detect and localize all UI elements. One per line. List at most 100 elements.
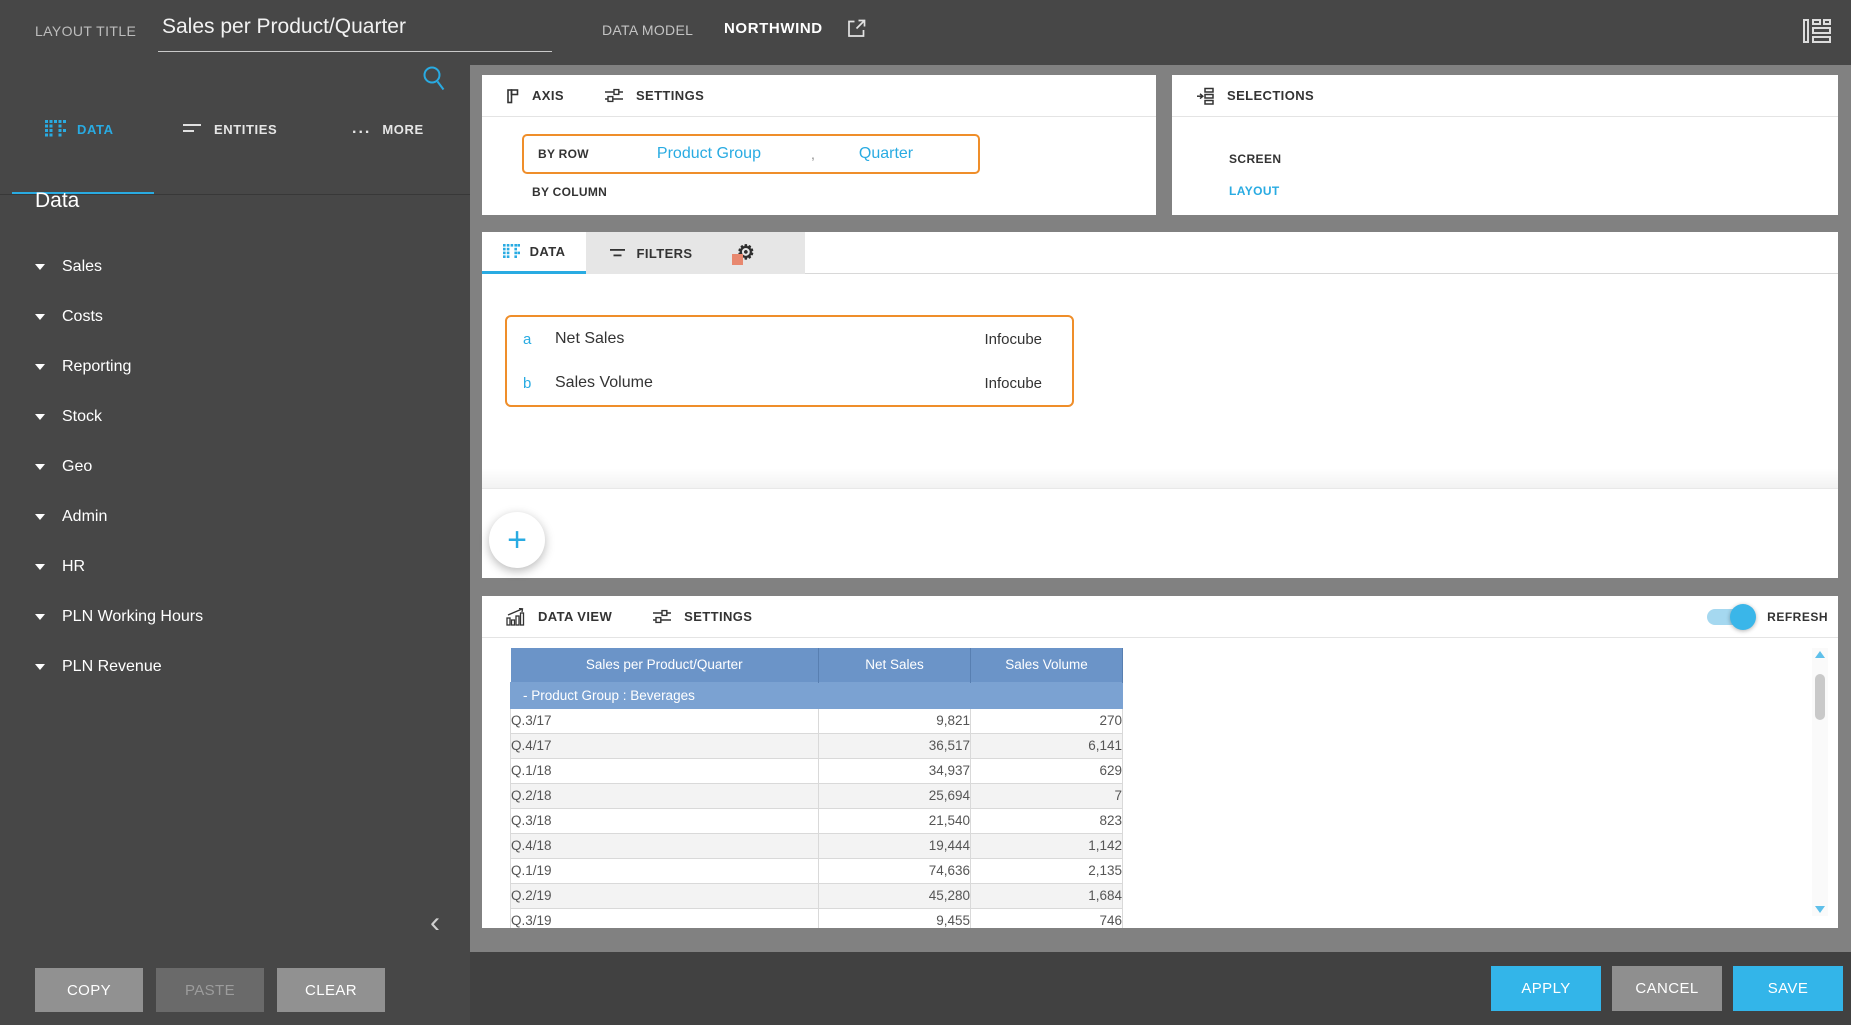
clear-button[interactable]: CLEAR (277, 968, 385, 1012)
quarter-cell: Q.3/18 (511, 808, 819, 833)
sidebar-tab-data[interactable]: DATA (45, 105, 114, 153)
sidebar-item-label: Reporting (62, 358, 131, 376)
net-sales-cell: 45,280 (819, 883, 971, 908)
refresh-toggle-knob[interactable] (1730, 604, 1756, 630)
tab-measure-settings[interactable]: ⚙ (716, 232, 776, 274)
table-row-q-3-18[interactable]: Q.3/1821,540823 (511, 808, 1123, 833)
preview-table: Sales per Product/QuarterNet SalesSales … (510, 648, 1123, 928)
expand-triangle-icon (35, 414, 45, 420)
preview-table-head: Sales per Product/QuarterNet SalesSales … (511, 648, 1123, 682)
sidebar-item-costs[interactable]: Costs (35, 292, 365, 342)
table-row-q-2-19[interactable]: Q.2/1945,2801,684 (511, 883, 1123, 908)
tab-data[interactable]: DATA (482, 232, 586, 274)
group-row-label: - Product Group : Beverages (511, 682, 1123, 708)
selections-item-screen[interactable]: SCREEN (1229, 152, 1281, 166)
axis-panel-header: AXIS SETTINGS (482, 75, 1156, 117)
row-member-quarter[interactable]: Quarter (859, 145, 913, 163)
by-row-box[interactable]: BY ROW Product Group , Quarter (522, 134, 980, 174)
sidebar-item-sales[interactable]: Sales (35, 242, 365, 292)
selections-tab: SELECTIONS (1196, 87, 1314, 105)
expand-triangle-icon (35, 264, 45, 270)
axis-settings-tab[interactable]: SETTINGS (604, 87, 704, 104)
table-row-q-2-18[interactable]: Q.2/1825,6947 (511, 783, 1123, 808)
axis-icon (506, 88, 520, 104)
column-header-net-sales[interactable]: Net Sales (819, 648, 971, 682)
sidebar-list: Sales Costs Reporting Stock Geo AdminHRPLN Wo… (35, 242, 365, 692)
selections-icon (1196, 87, 1215, 105)
data-view-label: DATA VIEW (538, 609, 612, 624)
sales-volume-cell: 823 (971, 808, 1123, 833)
measure-row-net-sales[interactable]: aNet SalesInfocube (507, 317, 1072, 361)
layout-switcher-icon[interactable] (1801, 15, 1832, 47)
row-member-separator: , (811, 146, 815, 162)
data-view-tab[interactable]: DATA VIEW (506, 608, 612, 626)
expand-triangle-icon (35, 314, 45, 320)
sales-volume-cell: 270 (971, 708, 1123, 733)
group-row[interactable]: - Product Group : Beverages (511, 682, 1123, 708)
sidebar-item-admin[interactable]: Admin (35, 492, 365, 542)
scroll-up-arrow-icon[interactable] (1815, 651, 1825, 658)
column-header-sales-per-product-quarter[interactable]: Sales per Product/Quarter (511, 648, 819, 682)
sidebar-item-pln-revenue[interactable]: PLN Revenue (35, 642, 365, 692)
sidebar-item-reporting[interactable]: Reporting (35, 342, 365, 392)
measure-row-sales-volume[interactable]: bSales VolumeInfocube (507, 361, 1072, 405)
quarter-cell: Q.2/19 (511, 883, 819, 908)
cancel-button[interactable]: CANCEL (1612, 966, 1722, 1011)
data-view-settings-tab[interactable]: SETTINGS (652, 608, 752, 625)
table-row-q-4-17[interactable]: Q.4/1736,5176,141 (511, 733, 1123, 758)
sidebar-tab-entities[interactable]: ENTITIES (183, 105, 277, 153)
sales-volume-cell: 1,142 (971, 833, 1123, 858)
external-link-icon[interactable] (845, 17, 868, 40)
expand-triangle-icon (35, 464, 45, 470)
data-model-label: DATA MODEL (602, 22, 693, 38)
list-bottom-shadow (482, 468, 1838, 488)
column-header-sales-volume[interactable]: Sales Volume (971, 648, 1123, 682)
sliders-icon (604, 87, 624, 104)
sidebar-tab-more[interactable]: ... MORE (352, 105, 424, 153)
selections-panel: SELECTIONS SCREEN LAYOUT (1172, 75, 1838, 215)
refresh-label: REFRESH (1767, 610, 1828, 624)
scroll-down-arrow-icon[interactable] (1815, 906, 1825, 913)
quarter-cell: Q.2/18 (511, 783, 819, 808)
axis-tab-label: AXIS (532, 88, 564, 103)
bottom-action-bar: APPLYCANCELSAVE (470, 952, 1851, 1025)
row-member-product-group[interactable]: Product Group (657, 145, 761, 163)
sidebar-item-label: Costs (62, 308, 103, 326)
sidebar-item-pln-working-hours[interactable]: PLN Working Hours (35, 592, 365, 642)
scrollbar-thumb[interactable] (1815, 674, 1825, 720)
table-row-q-1-18[interactable]: Q.1/1834,937629 (511, 758, 1123, 783)
table-row-q-4-18[interactable]: Q.4/1819,4441,142 (511, 833, 1123, 858)
add-measure-button[interactable]: + (489, 512, 545, 568)
tab-filters[interactable]: FILTERS (586, 232, 716, 274)
sliders-icon (652, 608, 672, 625)
data-view-settings-label: SETTINGS (684, 609, 752, 624)
sidebar-item-geo[interactable]: Geo (35, 442, 365, 492)
measure-source: Infocube (984, 375, 1042, 392)
gear-badge (732, 254, 743, 265)
save-button[interactable]: SAVE (1733, 966, 1843, 1011)
expand-triangle-icon (35, 364, 45, 370)
search-icon[interactable] (422, 65, 447, 92)
vertical-scrollbar[interactable] (1812, 648, 1828, 916)
apply-button[interactable]: APPLY (1491, 966, 1601, 1011)
entities-lines-icon (183, 123, 203, 136)
measure-key: b (523, 375, 555, 392)
sidebar-item-stock[interactable]: Stock (35, 392, 365, 442)
refresh-toggle[interactable] (1707, 609, 1753, 625)
copy-button[interactable]: COPY (35, 968, 143, 1012)
axis-settings-label: SETTINGS (636, 88, 704, 103)
selections-item-layout[interactable]: LAYOUT (1229, 184, 1280, 198)
sidebar-item-hr[interactable]: HR (35, 542, 365, 592)
data-view-panel: DATA VIEW SETTINGS REFRESH (482, 596, 1838, 928)
table-row-q-3-19[interactable]: Q.3/199,455746 (511, 908, 1123, 928)
by-column-label[interactable]: BY COLUMN (532, 185, 607, 199)
paste-button[interactable]: PASTE (156, 968, 264, 1012)
table-row-q-1-19[interactable]: Q.1/1974,6362,135 (511, 858, 1123, 883)
table-row-q-3-17[interactable]: Q.3/179,821270 (511, 708, 1123, 733)
collapse-sidebar-chevron-icon[interactable]: ‹ (430, 908, 440, 938)
layout-title-input[interactable] (158, 10, 552, 52)
data-view-header: DATA VIEW SETTINGS REFRESH (482, 596, 1838, 638)
sidebar-item-label: Geo (62, 458, 92, 476)
axis-tab[interactable]: AXIS (506, 88, 564, 104)
quarter-cell: Q.3/17 (511, 708, 819, 733)
